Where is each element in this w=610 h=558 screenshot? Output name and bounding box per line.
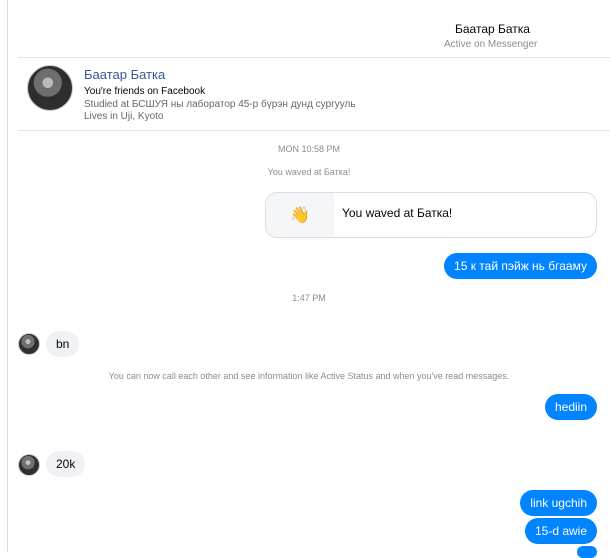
message-out-1[interactable]: 15 к тай пэйж нь бгааму xyxy=(444,253,597,279)
profile-avatar[interactable] xyxy=(27,65,73,111)
timestamp-mon: MON 10:58 PM xyxy=(277,144,341,154)
message-out-4[interactable]: 15-d awie xyxy=(524,518,597,544)
timestamp-pm: 1:47 PM xyxy=(292,293,326,303)
contact-avatar[interactable] xyxy=(18,333,40,355)
message-out-partial[interactable] xyxy=(577,546,597,558)
friends-status: You're friends on Facebook xyxy=(84,86,206,97)
wave-icon-box: 👋 xyxy=(266,193,334,237)
profile-card: Баатар Батка You're friends on Facebook … xyxy=(18,57,610,131)
conversation-header: Баатар Батка Active on Messenger xyxy=(8,0,610,58)
message-in-2[interactable]: 20k xyxy=(46,451,86,477)
waving-hand-icon: 👋 xyxy=(290,207,310,224)
profile-education: Studied at БСШУЯ ны лаборатор 45-р бүрэн… xyxy=(84,99,356,110)
message-out-3[interactable]: link ugchih xyxy=(520,490,597,516)
message-in-1[interactable]: bn xyxy=(46,331,80,357)
header-contact-name[interactable]: Баатар Батка xyxy=(455,22,530,36)
left-divider xyxy=(7,0,8,552)
wave-card[interactable]: 👋 You waved at Батка! xyxy=(265,192,597,238)
profile-name-link[interactable]: Баатар Батка xyxy=(84,67,165,82)
profile-location: Lives in Uji, Kyoto xyxy=(84,111,164,122)
active-status-note: You can now call each other and see info… xyxy=(108,371,510,381)
header-active-status: Active on Messenger xyxy=(444,39,538,50)
waved-note: You waved at Батка! xyxy=(267,167,351,177)
wave-card-text: You waved at Батка! xyxy=(342,206,453,220)
contact-avatar[interactable] xyxy=(18,454,40,476)
message-out-2[interactable]: hediin xyxy=(544,394,597,420)
